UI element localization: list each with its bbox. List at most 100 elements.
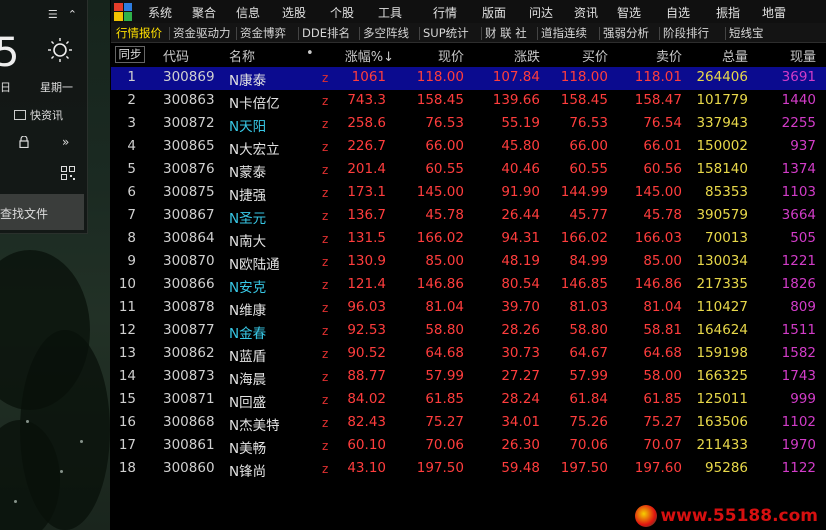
column-header-bid[interactable]: 买价 bbox=[582, 46, 608, 65]
table-row[interactable]: 3 300872 N天阳 z 258.6 76.53 55.19 76.53 76.54 3379… bbox=[111, 113, 826, 136]
tab-6[interactable]: 财 联 社 bbox=[485, 25, 527, 41]
tab-7[interactable]: 道指连续 bbox=[541, 25, 587, 41]
cell-cur: 1743 bbox=[781, 368, 816, 384]
find-file-button[interactable]: 查找文件 bbox=[0, 194, 84, 230]
tab-1[interactable]: 资金驱动力 bbox=[173, 25, 231, 41]
tab-10[interactable]: 短线宝 bbox=[729, 25, 764, 41]
menu-item-10[interactable]: 智选 bbox=[617, 4, 641, 21]
menu-item-7[interactable]: 版面 bbox=[482, 4, 506, 21]
table-row[interactable]: 18 300860 N锋尚 z 43.10 197.50 59.48 197.50 197.60… bbox=[111, 458, 826, 481]
tab-9[interactable]: 阶段排行 bbox=[663, 25, 709, 41]
menu-item-3[interactable]: 选股 bbox=[282, 4, 306, 21]
tab-8[interactable]: 强弱分析 bbox=[603, 25, 649, 41]
menu-item-12[interactable]: 振指 bbox=[716, 4, 740, 21]
tab-5[interactable]: SUP统计 bbox=[423, 25, 469, 41]
qr-code-icon[interactable] bbox=[61, 166, 75, 180]
menu-item-11[interactable]: 自选 bbox=[666, 4, 690, 21]
cell-flag: z bbox=[322, 140, 329, 154]
menu-item-2[interactable]: 信息 bbox=[236, 4, 260, 21]
table-row[interactable]: 6 300875 N捷强 z 173.1 145.00 91.90 144.99 145.00 8… bbox=[111, 182, 826, 205]
cell-idx: 11 bbox=[118, 299, 136, 315]
column-header-chg[interactable]: 涨跌 bbox=[514, 46, 540, 65]
cell-pct: 96.03 bbox=[347, 299, 386, 315]
cell-price: 75.27 bbox=[425, 414, 464, 430]
cell-name: N锋尚 bbox=[229, 464, 267, 480]
cell-ask: 81.04 bbox=[643, 299, 682, 315]
cell-pct: 130.9 bbox=[347, 253, 386, 269]
table-row[interactable]: 1 300869 N康泰 z 1061 118.00 107.84 118.00 118.01 2… bbox=[111, 67, 826, 90]
cell-vol: 150002 bbox=[696, 138, 748, 154]
tab-2[interactable]: 资金博弈 bbox=[240, 25, 286, 41]
cell-bid: 146.85 bbox=[560, 276, 608, 292]
tab-4[interactable]: 多空阵线 bbox=[363, 25, 409, 41]
table-row[interactable]: 16 300868 N杰美特 z 82.43 75.27 34.01 75.26 75.27 16… bbox=[111, 412, 826, 435]
chevron-up-icon[interactable]: ⌃ bbox=[68, 8, 77, 21]
tab-separator bbox=[481, 27, 482, 40]
menu-item-8[interactable]: 问达 bbox=[529, 4, 553, 21]
cell-vol: 390579 bbox=[696, 207, 748, 223]
cell-idx: 5 bbox=[127, 161, 136, 177]
cell-price: 146.86 bbox=[416, 276, 464, 292]
menu-icon[interactable]: ☰ bbox=[48, 8, 58, 21]
cell-price: 76.53 bbox=[425, 115, 464, 131]
sync-button[interactable]: 同步 bbox=[115, 46, 145, 63]
cell-bid: 144.99 bbox=[560, 184, 608, 200]
table-row[interactable]: 5 300876 N蒙泰 z 201.4 60.55 40.46 60.55 60.56 1581… bbox=[111, 159, 826, 182]
cell-code: 300864 bbox=[163, 230, 215, 246]
menu-item-5[interactable]: 工具 bbox=[378, 4, 402, 21]
table-row[interactable]: 7 300867 N圣元 z 136.7 45.78 26.44 45.77 45.78 3905… bbox=[111, 205, 826, 228]
tab-0[interactable]: 行情报价 bbox=[116, 25, 162, 41]
cell-code: 300869 bbox=[163, 69, 215, 85]
column-header-name[interactable]: 名称 bbox=[229, 46, 255, 65]
quote-table: 同步 代码 名称 • 涨幅%↓ 现价 涨跌 买价 卖价 总量 现量 1 300869 N康泰 z 1061 1… bbox=[111, 43, 826, 481]
tab-bar: 行情报价 资金驱动力 资金博弈 DDE排名 多空阵线 SUP统计财 联 社道指连续 强弱分析… bbox=[111, 23, 826, 43]
cell-bid: 66.00 bbox=[569, 138, 608, 154]
table-row[interactable]: 11 300878 N维康 z 96.03 81.04 39.70 81.03 81.04 110… bbox=[111, 297, 826, 320]
table-row[interactable]: 17 300861 N美畅 z 60.10 70.06 26.30 70.06 70.07 211… bbox=[111, 435, 826, 458]
cell-flag: z bbox=[322, 370, 329, 384]
table-row[interactable]: 9 300870 N欧陆通 z 130.9 85.00 48.19 84.99 85.00 130… bbox=[111, 251, 826, 274]
table-row[interactable]: 14 300873 N海晨 z 88.77 57.99 27.27 57.99 58.00 166… bbox=[111, 366, 826, 389]
cell-code: 300877 bbox=[163, 322, 215, 338]
cell-price: 57.99 bbox=[425, 368, 464, 384]
menu-item-0[interactable]: 系统 bbox=[148, 4, 172, 21]
menu-item-9[interactable]: 资讯 bbox=[574, 4, 598, 21]
cell-bid: 70.06 bbox=[569, 437, 608, 453]
menu-item-1[interactable]: 聚合 bbox=[192, 4, 216, 21]
column-header-dot[interactable]: • bbox=[306, 46, 314, 61]
cell-name: N南大 bbox=[229, 234, 267, 250]
column-header-cur[interactable]: 现量 bbox=[790, 46, 816, 65]
table-row[interactable]: 4 300865 N大宏立 z 226.7 66.00 45.80 66.00 66.01 150… bbox=[111, 136, 826, 159]
cell-price: 60.55 bbox=[425, 161, 464, 177]
menu-item-4[interactable]: 个股 bbox=[330, 4, 354, 21]
site-logo-icon bbox=[635, 505, 658, 527]
cell-code: 300868 bbox=[163, 414, 215, 430]
table-row[interactable]: 12 300877 N金春 z 92.53 58.80 28.26 58.80 58.81 164… bbox=[111, 320, 826, 343]
column-header-price[interactable]: 现价 bbox=[438, 46, 464, 65]
cell-cur: 1582 bbox=[781, 345, 816, 361]
menu-item-6[interactable]: 行情 bbox=[433, 4, 457, 21]
app-logo-icon[interactable] bbox=[114, 2, 132, 21]
tab-3[interactable]: DDE排名 bbox=[302, 25, 350, 41]
double-chevron-right-icon[interactable]: » bbox=[62, 135, 69, 149]
cell-ask: 58.00 bbox=[643, 368, 682, 384]
cell-chg: 28.24 bbox=[501, 391, 540, 407]
table-row[interactable]: 15 300871 N回盛 z 84.02 61.85 28.24 61.84 61.85 125… bbox=[111, 389, 826, 412]
column-header-pct[interactable]: 涨幅%↓ bbox=[345, 46, 394, 65]
cell-price: 118.00 bbox=[416, 69, 464, 85]
news-button[interactable]: 快资讯 bbox=[14, 107, 63, 123]
cell-vol: 163506 bbox=[696, 414, 748, 430]
cell-price: 70.06 bbox=[425, 437, 464, 453]
cell-bid: 75.26 bbox=[569, 414, 608, 430]
column-header-vol[interactable]: 总量 bbox=[722, 46, 748, 65]
table-row[interactable]: 13 300862 N蓝盾 z 90.52 64.68 30.73 64.67 64.68 159… bbox=[111, 343, 826, 366]
table-row[interactable]: 10 300866 N安克 z 121.4 146.86 80.54 146.85 146.86… bbox=[111, 274, 826, 297]
column-header-code[interactable]: 代码 bbox=[163, 46, 189, 65]
table-row[interactable]: 2 300863 N卡倍亿 z 743.3 158.45 139.66 158.45 158.4… bbox=[111, 90, 826, 113]
menu-item-13[interactable]: 地雷 bbox=[762, 4, 786, 21]
cell-chg: 80.54 bbox=[501, 276, 540, 292]
cell-chg: 28.26 bbox=[501, 322, 540, 338]
lock-icon[interactable] bbox=[19, 136, 29, 148]
table-row[interactable]: 8 300864 N南大 z 131.5 166.02 94.31 166.02 166.03 7… bbox=[111, 228, 826, 251]
column-header-ask[interactable]: 卖价 bbox=[656, 46, 682, 65]
